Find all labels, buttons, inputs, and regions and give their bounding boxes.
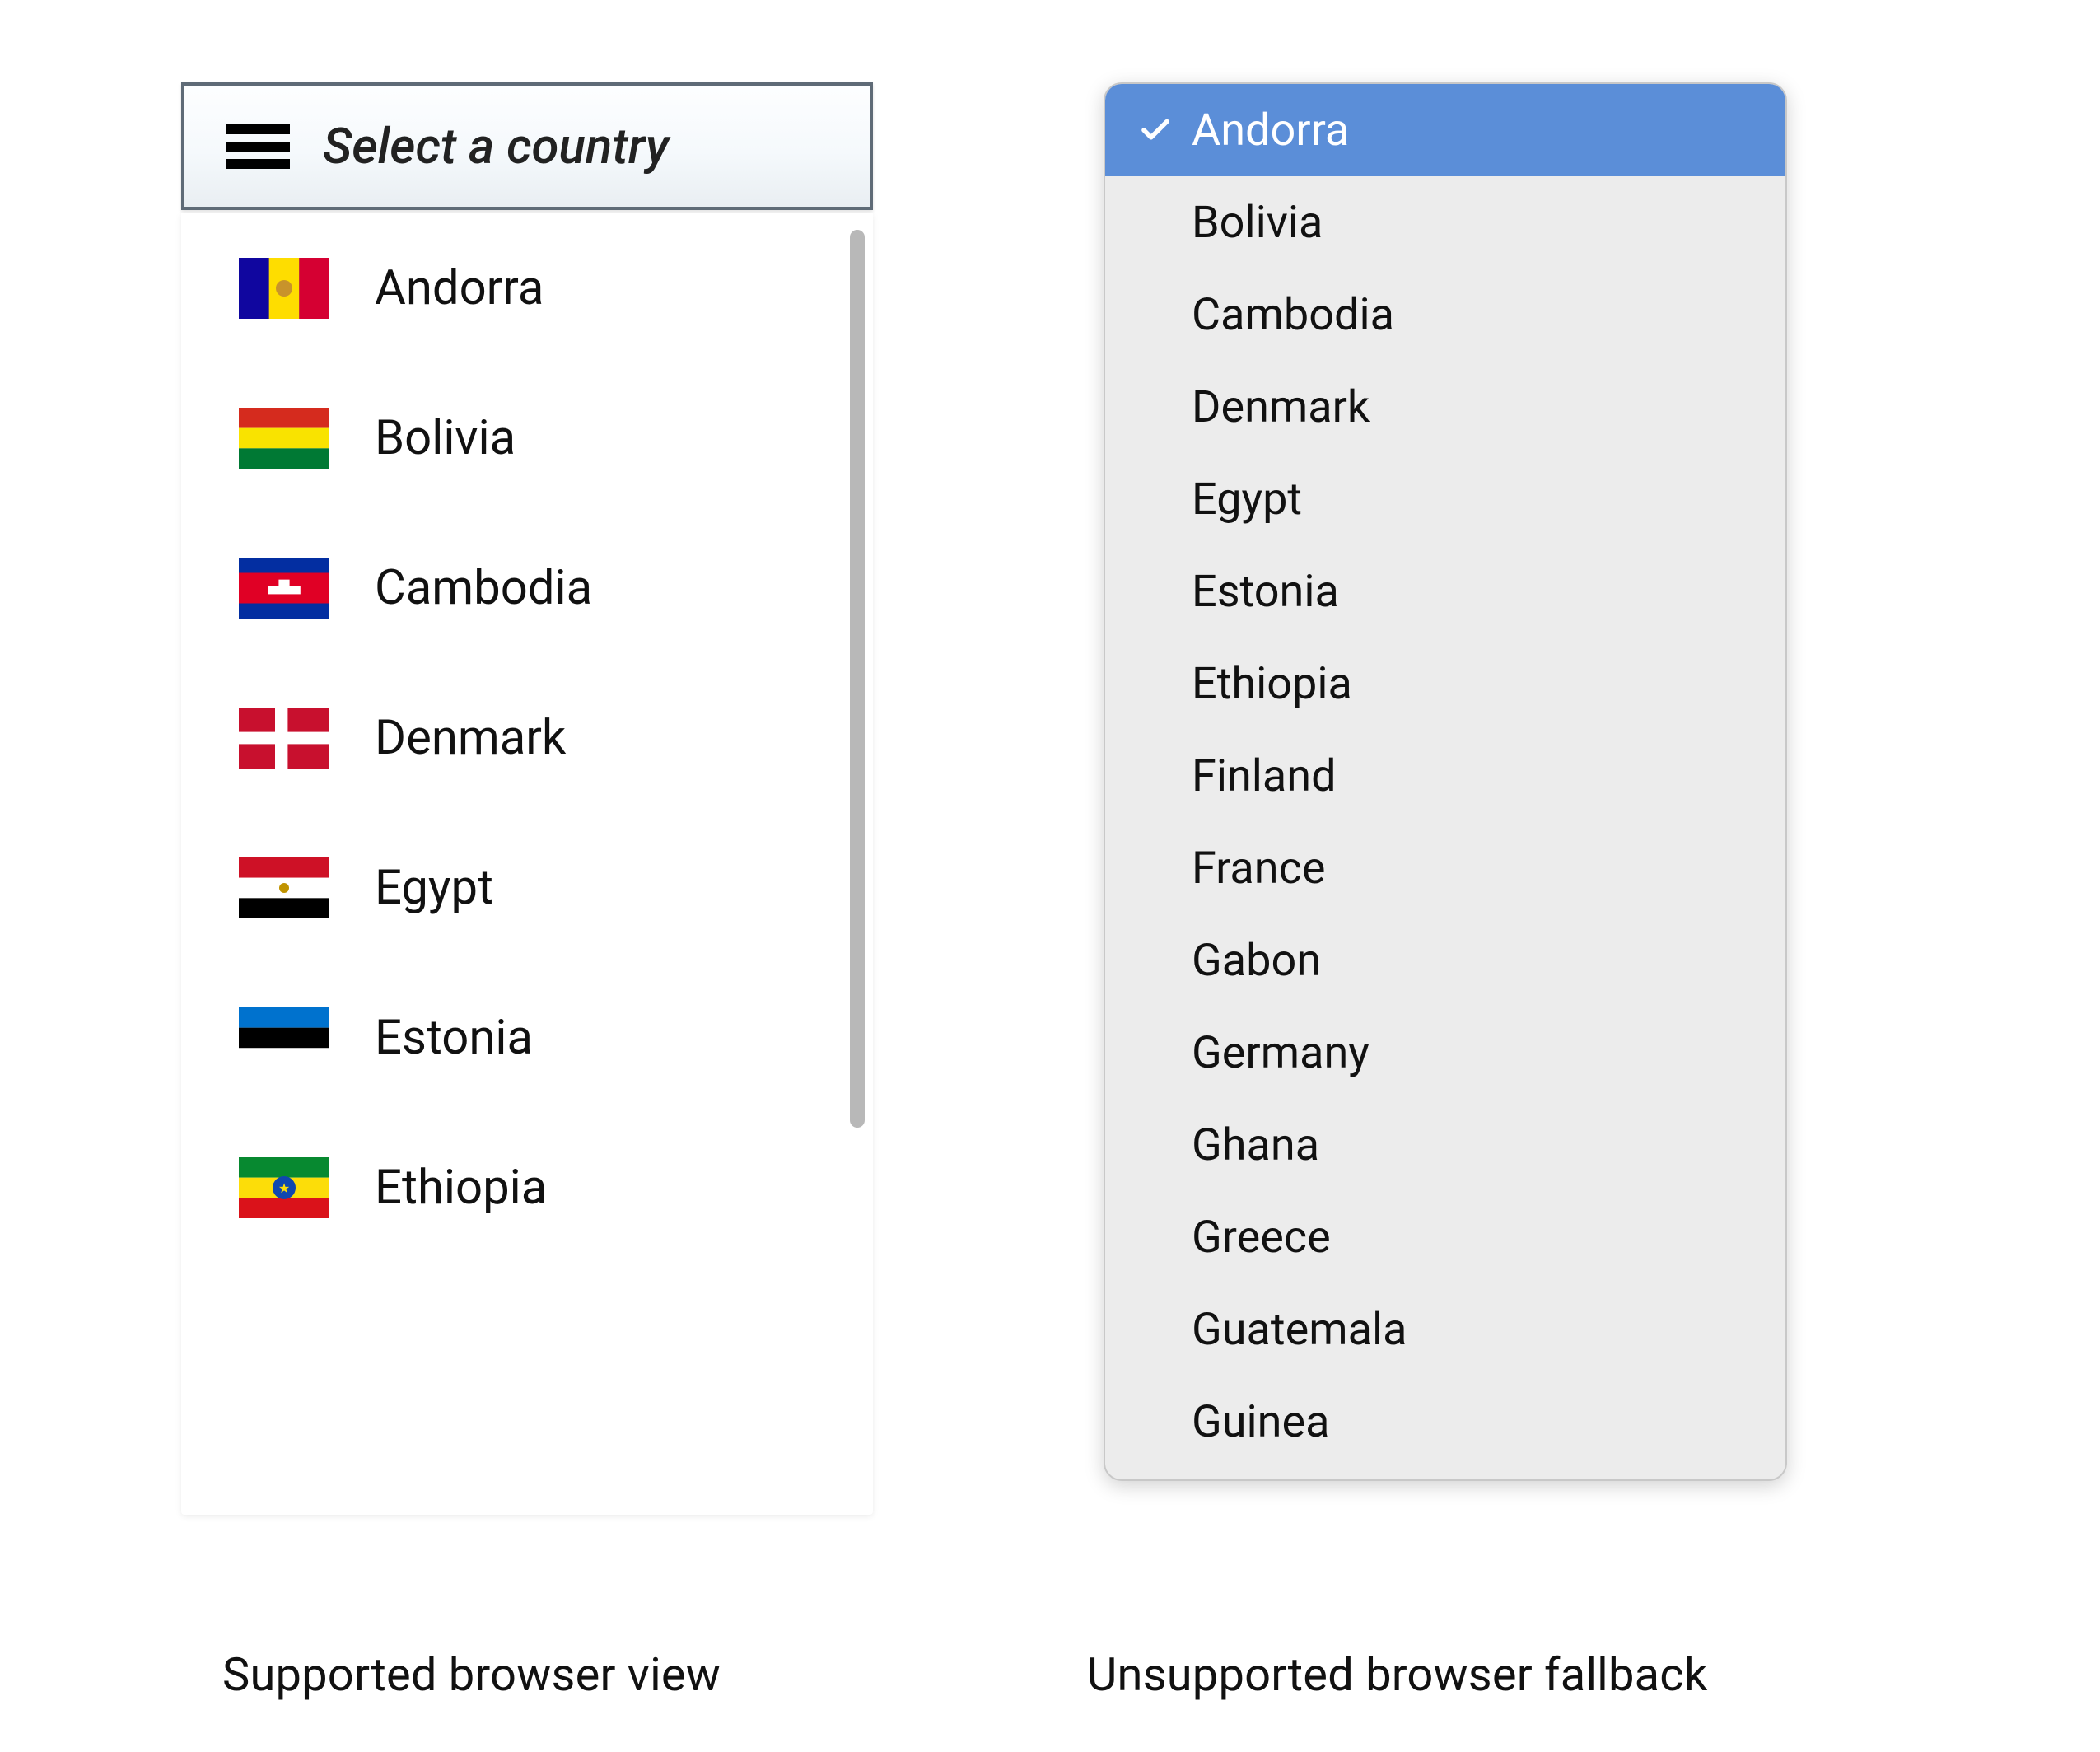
custom-select-option[interactable]: Egypt — [181, 813, 847, 963]
custom-select-trigger[interactable]: Select a country — [181, 82, 873, 210]
option-label: Finland — [1192, 750, 1337, 802]
scrollbar-thumb[interactable] — [850, 230, 865, 1128]
option-label: Egypt — [1192, 474, 1302, 526]
native-select-option[interactable]: Guinea — [1105, 1376, 1785, 1468]
option-label: Estonia — [1192, 566, 1339, 618]
option-label: Greece — [1192, 1212, 1331, 1264]
cambodia-flag-icon — [239, 558, 329, 619]
hamburger-icon — [226, 124, 290, 169]
native-select-option[interactable]: Andorra — [1105, 84, 1785, 176]
native-select-option[interactable]: Finland — [1105, 730, 1785, 822]
option-label: Ethiopia — [1192, 658, 1352, 710]
option-label: Guatemala — [1192, 1304, 1407, 1356]
option-label: Andorra — [1192, 105, 1349, 157]
native-select: Andorra Bolivia Cambodia Denmark Egypt Estoni… — [1104, 82, 1787, 1481]
native-select-option[interactable]: Ghana — [1105, 1099, 1785, 1191]
custom-select-option[interactable]: Andorra — [181, 213, 847, 363]
native-select-option[interactable]: Ethiopia — [1105, 638, 1785, 730]
check-icon — [1138, 113, 1173, 147]
option-label: France — [1192, 843, 1326, 895]
option-label: Denmark — [1192, 381, 1370, 433]
option-label: Ethiopia — [375, 1160, 547, 1216]
native-select-option[interactable]: Egypt — [1105, 453, 1785, 545]
estonia-flag-icon — [239, 1007, 329, 1068]
option-label: Ghana — [1192, 1119, 1319, 1171]
option-label: Germany — [1192, 1027, 1370, 1079]
caption-supported: Supported browser view — [222, 1647, 721, 1702]
native-select-option[interactable]: Bolivia — [1105, 176, 1785, 269]
native-select-option[interactable]: Estonia — [1105, 545, 1785, 638]
native-select-option[interactable]: Germany — [1105, 1007, 1785, 1099]
custom-select-option[interactable]: Cambodia — [181, 513, 847, 663]
option-label: Bolivia — [375, 410, 516, 466]
custom-select-option[interactable]: Estonia — [181, 963, 847, 1113]
ethiopia-flag-icon: ★ — [239, 1157, 329, 1218]
custom-select-placeholder: Select a country — [323, 117, 669, 175]
option-label: Estonia — [375, 1010, 533, 1066]
option-label: Denmark — [375, 710, 566, 766]
native-select-option[interactable]: Denmark — [1105, 361, 1785, 453]
custom-select-option[interactable]: Denmark — [181, 663, 847, 813]
option-label: Cambodia — [375, 560, 592, 616]
native-select-option[interactable]: France — [1105, 822, 1785, 914]
denmark-flag-icon — [239, 708, 329, 769]
option-label: Guinea — [1192, 1396, 1330, 1448]
option-label: Egypt — [375, 860, 493, 916]
custom-select: Select a country Andorra Bolivia Cambodi… — [181, 82, 873, 1515]
caption-unsupported: Unsupported browser fallback — [1087, 1647, 1707, 1702]
bolivia-flag-icon — [239, 408, 329, 469]
option-label: Cambodia — [1192, 289, 1394, 341]
option-label: Bolivia — [1192, 197, 1323, 249]
option-label: Andorra — [375, 260, 544, 316]
native-select-option[interactable]: Cambodia — [1105, 269, 1785, 361]
native-select-option[interactable]: Gabon — [1105, 914, 1785, 1007]
native-select-popup: Andorra Bolivia Cambodia Denmark Egypt Estoni… — [1104, 82, 1787, 1481]
custom-select-option[interactable]: Bolivia — [181, 363, 847, 513]
native-select-option[interactable]: Greece — [1105, 1191, 1785, 1283]
svg-text:★: ★ — [278, 1180, 290, 1196]
custom-select-listbox: Andorra Bolivia Cambodia Denmark Egypt E… — [181, 213, 873, 1515]
custom-select-option[interactable]: ★ Ethiopia — [181, 1113, 847, 1263]
scrollbar[interactable] — [850, 230, 865, 1498]
option-label: Gabon — [1192, 935, 1321, 987]
andorra-flag-icon — [239, 258, 329, 319]
egypt-flag-icon — [239, 857, 329, 918]
native-select-option[interactable]: Guatemala — [1105, 1283, 1785, 1376]
